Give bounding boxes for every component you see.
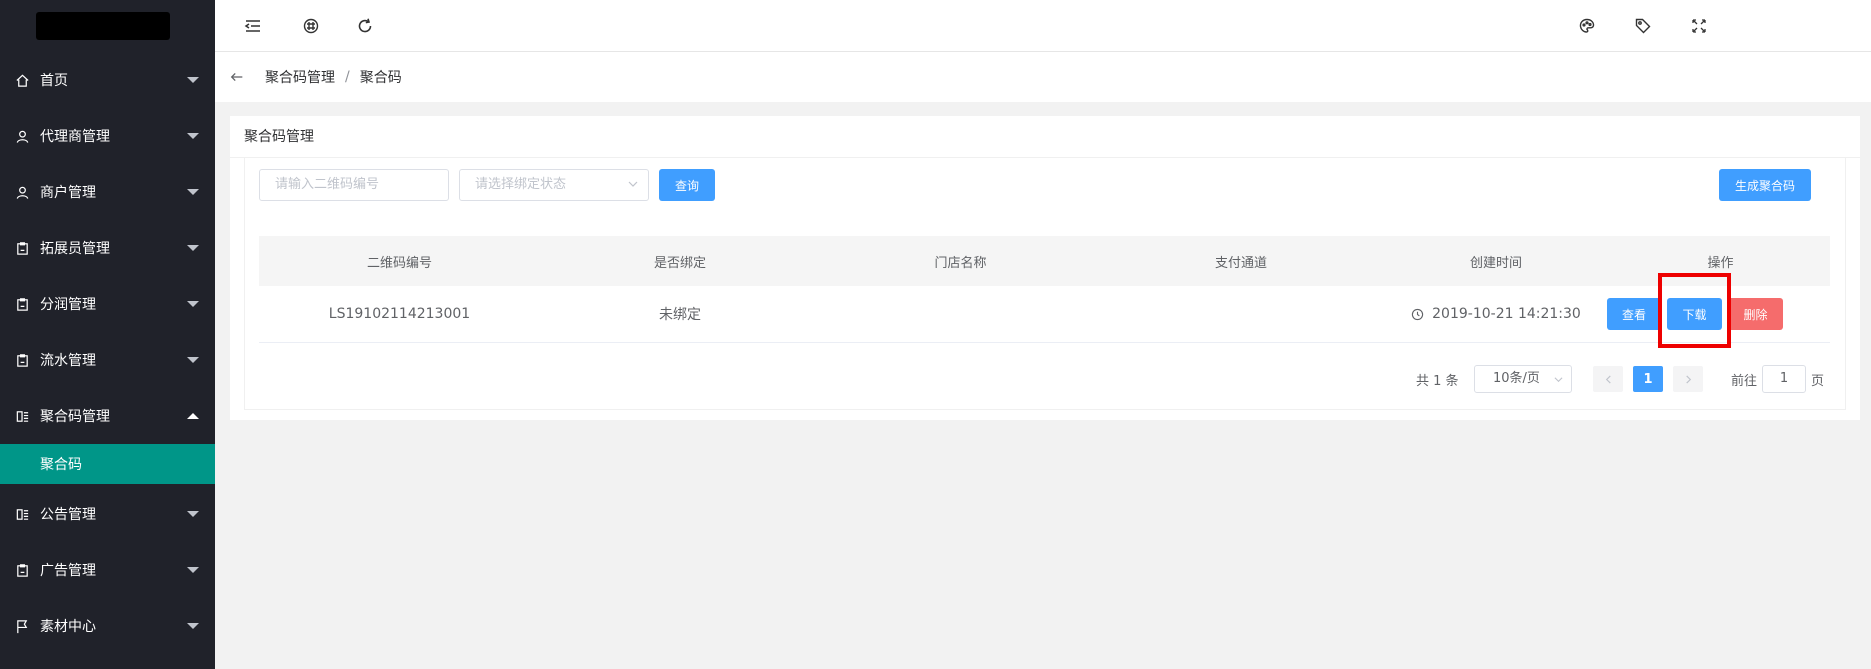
- header-store-name: 门店名称: [934, 255, 987, 271]
- breadcrumb-separator: /: [345, 69, 350, 85]
- sidebar-item-profit-share[interactable]: 分润管理: [0, 276, 215, 332]
- sidebar-item-label: 拓展员管理: [40, 241, 110, 257]
- sidebar-item-announcements[interactable]: 公告管理: [0, 486, 215, 542]
- chevron-down-icon: [187, 567, 199, 573]
- cell-bound: 未绑定: [659, 307, 701, 323]
- sidebar-item-home[interactable]: 首页: [0, 52, 215, 108]
- delete-button[interactable]: 删除: [1728, 298, 1783, 330]
- query-button[interactable]: 查询: [659, 169, 715, 201]
- sidebar-subitem-qr-code[interactable]: 聚合码: [0, 444, 215, 484]
- pagination-total: 共 1 条: [1416, 373, 1459, 389]
- back-arrow-icon[interactable]: [229, 68, 247, 86]
- list-icon: [14, 408, 30, 424]
- sidebar-item-label: 流水管理: [40, 353, 96, 369]
- clock-icon: [1411, 308, 1424, 320]
- bind-status-placeholder: 请选择绑定状态: [475, 177, 567, 192]
- header-created-time: 创建时间: [1469, 255, 1522, 271]
- list-icon: [14, 506, 30, 522]
- sidebar-item-merchants[interactable]: 商户管理: [0, 164, 215, 220]
- chevron-down-icon: [187, 511, 199, 517]
- sidebar-item-ads[interactable]: 广告管理: [0, 542, 215, 598]
- breadcrumb: 聚合码管理 / 聚合码: [215, 52, 1871, 102]
- created-time-text: 2019-10-21 14:21:30: [1432, 306, 1581, 322]
- sidebar-item-label: 聚合码管理: [40, 409, 110, 425]
- sidebar-item-label: 分润管理: [40, 297, 96, 313]
- header-actions: 操作: [1707, 255, 1734, 271]
- cell-qr-code: LS19102114213001: [328, 306, 471, 322]
- menu-fold-icon[interactable]: [243, 16, 263, 36]
- qr-code-search-input[interactable]: 请输入二维码编号: [259, 169, 449, 201]
- generate-qr-code-button[interactable]: 生成聚合码: [1719, 169, 1811, 201]
- refresh-icon[interactable]: [355, 16, 375, 36]
- table-header: 二维码编号 是否绑定 门店名称 支付通道 创建时间 操作: [259, 236, 1830, 286]
- chevron-down-icon: [187, 357, 199, 363]
- flag-icon: [14, 618, 30, 634]
- breadcrumb-current: 聚合码: [359, 70, 402, 86]
- chevron-down-icon: [187, 301, 199, 307]
- cell-created-time: 2019-10-21 14:21:30: [1381, 306, 1611, 322]
- sidebar-item-label: 首页: [40, 73, 68, 89]
- user-icon: [14, 128, 30, 144]
- qr-code-table: 二维码编号 是否绑定 门店名称 支付通道 创建时间 操作 LS191021142…: [259, 236, 1830, 343]
- chevron-down-icon: [187, 189, 199, 195]
- view-button[interactable]: 查看: [1607, 298, 1661, 330]
- goto-suffix: 页: [1811, 373, 1825, 389]
- chevron-down-icon: [187, 77, 199, 83]
- chevron-up-icon: [187, 413, 199, 419]
- card-title: 聚合码管理: [230, 116, 1860, 158]
- fullscreen-icon[interactable]: [1689, 16, 1709, 36]
- goto-prefix: 前往: [1731, 373, 1758, 389]
- sidebar-item-label: 商户管理: [40, 185, 96, 201]
- chevron-down-icon: [187, 623, 199, 629]
- sidebar: 首页 代理商管理 商户管理 拓展员管理 分润管理 流水管理 聚合码管理 聚合码 …: [0, 0, 215, 669]
- page-number-button[interactable]: 1: [1633, 366, 1663, 392]
- home-icon: [14, 72, 30, 88]
- header-payment-channel: 支付通道: [1214, 255, 1267, 271]
- tag-icon[interactable]: [1633, 16, 1653, 36]
- bind-status-select[interactable]: 请选择绑定状态: [459, 169, 649, 201]
- breadcrumb-parent[interactable]: 聚合码管理: [265, 67, 335, 87]
- next-page-button[interactable]: [1673, 366, 1703, 392]
- sidebar-item-label: 素材中心: [40, 619, 96, 635]
- header-qr-code: 二维码编号: [366, 255, 432, 271]
- page-size-select[interactable]: 10条/页: [1474, 365, 1572, 393]
- header-bound: 是否绑定: [653, 255, 706, 271]
- chevron-down-icon: [628, 181, 638, 187]
- sidebar-item-expanders[interactable]: 拓展员管理: [0, 220, 215, 276]
- page-size-value: 10条/页: [1493, 371, 1540, 386]
- chevron-down-icon: [187, 133, 199, 139]
- sidebar-item-materials[interactable]: 素材中心: [0, 598, 215, 654]
- sidebar-item-agents[interactable]: 代理商管理: [0, 108, 215, 164]
- clipboard-icon: [14, 562, 30, 578]
- highlight-box: [1658, 273, 1731, 348]
- clipboard-icon: [14, 240, 30, 256]
- goto-page-input[interactable]: 1: [1762, 365, 1806, 393]
- chevron-down-icon: [1554, 377, 1563, 383]
- chevron-left-icon: [1605, 374, 1611, 384]
- prev-page-button[interactable]: [1593, 366, 1623, 392]
- sidebar-item-qr-codes[interactable]: 聚合码管理: [0, 388, 215, 444]
- chevron-right-icon: [1685, 374, 1691, 384]
- table-row: LS19102114213001 未绑定 2019-10-21 14:21:30: [259, 286, 1830, 343]
- sidebar-item-label: 广告管理: [40, 563, 96, 579]
- logo-mark: [36, 12, 170, 40]
- top-bar: [215, 0, 1871, 52]
- clipboard-icon: [14, 352, 30, 368]
- clipboard-icon: [14, 296, 30, 312]
- logo: [0, 0, 215, 52]
- user-icon: [14, 184, 30, 200]
- chevron-down-icon: [187, 245, 199, 251]
- sidebar-item-label: 公告管理: [40, 507, 96, 523]
- sidebar-item-transactions[interactable]: 流水管理: [0, 332, 215, 388]
- sidebar-item-label: 代理商管理: [40, 129, 110, 145]
- website-icon[interactable]: [301, 16, 321, 36]
- palette-icon[interactable]: [1577, 16, 1597, 36]
